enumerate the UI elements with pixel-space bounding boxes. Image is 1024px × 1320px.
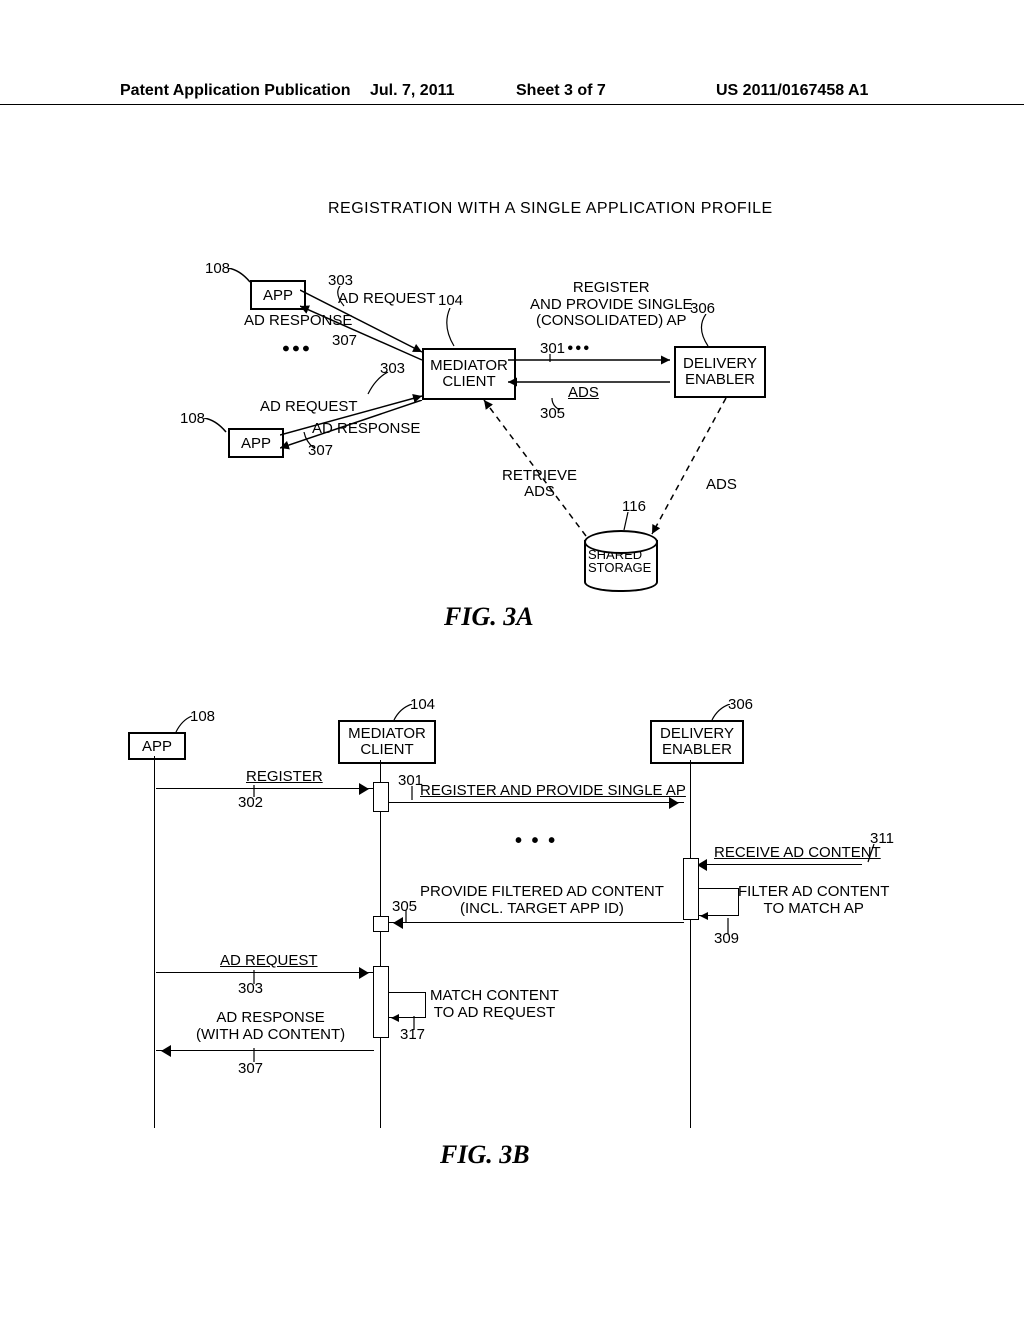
ad-response-label-bot: AD RESPONSE — [312, 420, 420, 437]
leader-305-3b — [402, 910, 412, 924]
leader-303-3b — [250, 970, 260, 984]
leader-302 — [250, 785, 260, 797]
ref-108-bottom: 108 — [180, 410, 205, 427]
delivery-lifeline — [690, 760, 691, 1128]
leader-104-3b — [392, 704, 416, 722]
ads-down-label: ADS — [706, 476, 737, 493]
receive-ad-msg: RECEIVE AD CONTENT — [714, 844, 881, 861]
mediator-lifeline-box: MEDIATOR CLIENT — [338, 720, 436, 764]
ref-108-top: 108 — [205, 260, 230, 277]
adreq-msg: AD REQUEST — [220, 952, 318, 969]
register-label: REGISTER AND PROVIDE SINGLE (CONSOLIDATE… — [530, 280, 693, 330]
header-date: Jul. 7, 2011 — [370, 82, 455, 100]
filter-loop-arrow — [698, 908, 710, 920]
register-msg: REGISTER — [246, 768, 323, 785]
leader-116 — [622, 512, 632, 532]
ad-response-label-top: AD RESPONSE — [244, 312, 352, 329]
header-rule — [0, 104, 1024, 105]
arrow-register-ap — [388, 802, 684, 803]
match-msg: MATCH CONTENT TO AD REQUEST — [430, 988, 559, 1021]
match-loop-arrow — [389, 1010, 401, 1022]
arrow-provide — [388, 922, 684, 923]
leader-104 — [446, 308, 460, 348]
fig3b-caption: FIG. 3B — [440, 1140, 530, 1170]
delivery-lifeline-box: DELIVERY ENABLER — [650, 720, 744, 764]
delivery-enabler-box: DELIVERY ENABLER — [674, 346, 766, 398]
leader-108b — [204, 418, 228, 436]
mediator-activation-3 — [373, 966, 389, 1038]
leader-301 — [546, 354, 556, 364]
arrow-ads-down — [648, 394, 738, 544]
leader-309 — [724, 918, 734, 934]
mediator-activation-1 — [373, 782, 389, 812]
register-ap-msg: REGISTER AND PROVIDE SINGLE AP — [420, 782, 686, 799]
figure-3a: APP APP 108 108 MEDIATOR CLIENT DELIVERY… — [150, 250, 880, 630]
mediator-client-box: MEDIATOR CLIENT — [422, 348, 516, 400]
retrieve-ads-label: RETRIEVE ADS — [502, 468, 577, 500]
leader-301-3b — [408, 786, 418, 804]
ref-307-top: 307 — [332, 332, 357, 349]
leader-108-3b — [174, 716, 194, 736]
header-left: Patent Application Publication — [120, 82, 351, 100]
app-lifeline — [154, 756, 155, 1128]
leader-307-3b — [250, 1048, 260, 1062]
leader-306-3b — [710, 704, 734, 722]
mediator-activation-2 — [373, 916, 389, 932]
filter-msg: FILTER AD CONTENT TO MATCH AP — [738, 884, 889, 917]
app-box-bottom: APP — [228, 428, 284, 458]
leader-307b — [302, 432, 318, 448]
arrow-register-3b — [156, 788, 374, 789]
leader-306 — [700, 314, 714, 348]
header-pubno: US 2011/0167458 A1 — [716, 82, 868, 100]
ref-307-3b: 307 — [238, 1060, 263, 1077]
figure-3b: APP MEDIATOR CLIENT DELIVERY ENABLER 108… — [110, 700, 910, 1180]
arrow-adresp-3b — [156, 1050, 374, 1051]
fig3a-title: REGISTRATION WITH A SINGLE APPLICATION P… — [328, 200, 773, 218]
leader-317 — [410, 1016, 420, 1030]
arrow-adreq-3b — [156, 972, 374, 973]
leader-108a — [228, 268, 252, 286]
arrow-receive-ad — [692, 864, 862, 865]
provide-msg: PROVIDE FILTERED AD CONTENT (INCL. TARGE… — [420, 884, 664, 917]
leader-311 — [866, 844, 876, 864]
app-lifeline-box: APP — [128, 732, 186, 760]
arrow-register — [508, 350, 678, 370]
app-box-top: APP — [250, 280, 306, 310]
leader-303b — [366, 372, 392, 398]
header-sheet: Sheet 3 of 7 — [516, 82, 606, 100]
ref-104: 104 — [438, 292, 463, 309]
delivery-activation — [683, 858, 699, 920]
mediator-lifeline — [380, 760, 381, 1128]
adresp-msg: AD RESPONSE (WITH AD CONTENT) — [196, 1010, 345, 1043]
fig3a-caption: FIG. 3A — [444, 602, 534, 632]
